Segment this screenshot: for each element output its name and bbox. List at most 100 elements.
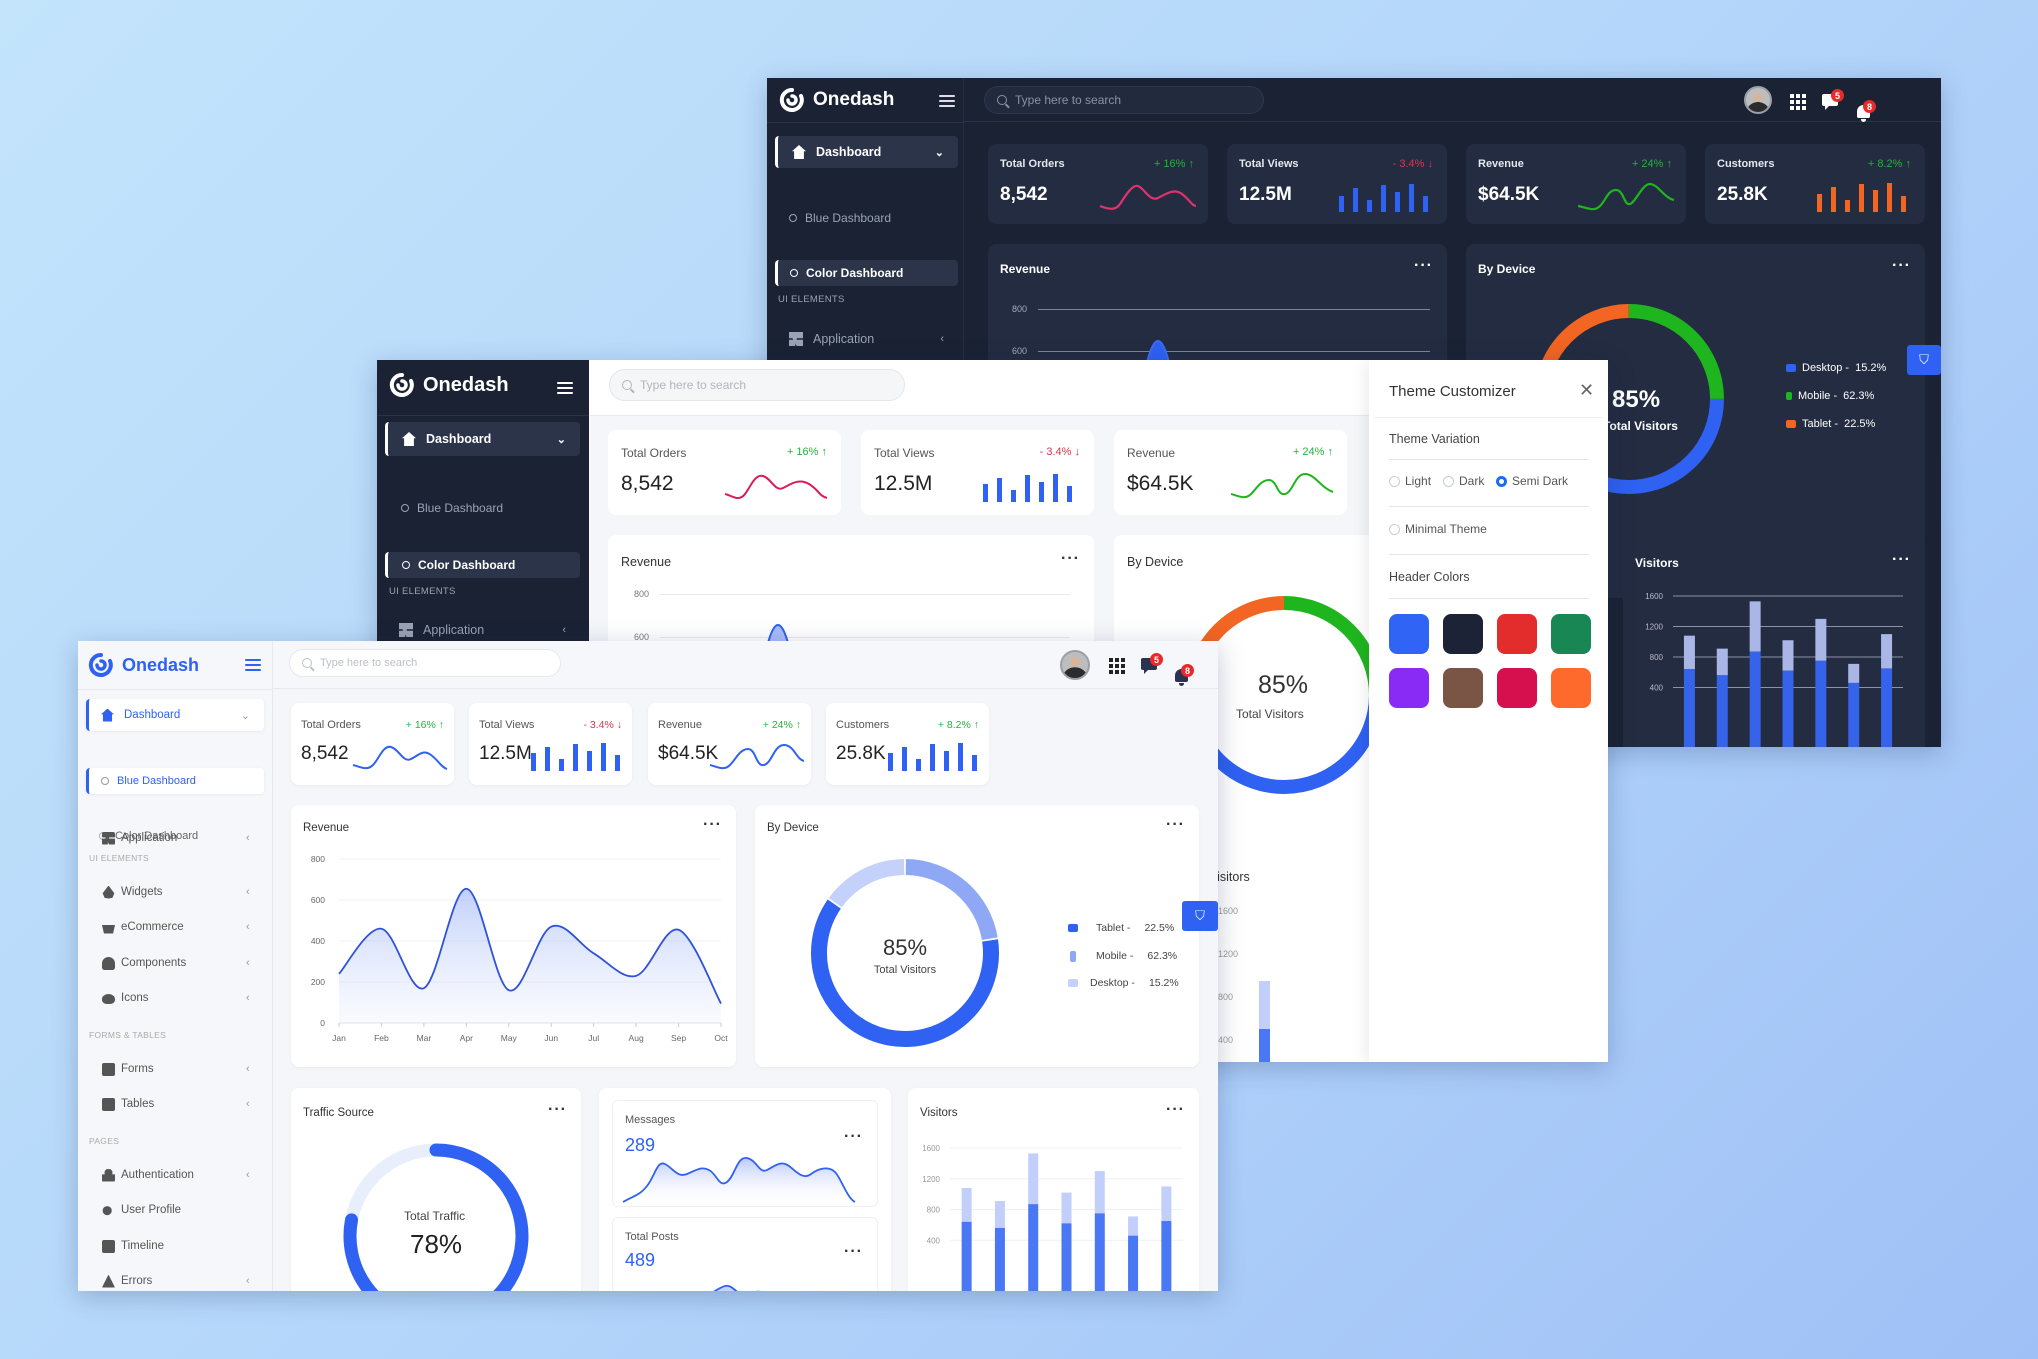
more-options-icon[interactable]: ··· bbox=[844, 1129, 863, 1145]
more-options-icon[interactable]: ··· bbox=[703, 817, 722, 833]
kpi-card-revenue: Revenue + 24% ↑ $64.5K bbox=[1114, 430, 1347, 515]
sidebar-item-user-profile[interactable]: User Profile bbox=[78, 1200, 273, 1220]
sidebar-item-errors[interactable]: Errors ‹ bbox=[78, 1271, 273, 1291]
award-icon bbox=[102, 956, 115, 970]
more-options-icon[interactable]: ··· bbox=[1892, 552, 1911, 568]
sidebar-item-tables[interactable]: Tables ‹ bbox=[78, 1094, 273, 1114]
radio-light[interactable]: Light bbox=[1389, 474, 1431, 488]
sidebar-item-dashboard[interactable]: Dashboard ⌄ bbox=[86, 699, 264, 731]
avatar[interactable] bbox=[1060, 650, 1090, 680]
header-color-swatch[interactable] bbox=[1497, 614, 1537, 654]
bar-top bbox=[1815, 618, 1827, 661]
more-options-icon[interactable]: ··· bbox=[548, 1102, 567, 1118]
messages-icon[interactable]: 5 bbox=[1141, 653, 1163, 674]
search-input[interactable]: Type here to search bbox=[609, 369, 905, 401]
theme-customizer-toggle[interactable]: ⛉ bbox=[1907, 345, 1941, 375]
header-color-swatch[interactable] bbox=[1551, 614, 1591, 654]
notifications-bell-icon[interactable]: 8 bbox=[1175, 664, 1194, 686]
kpi-title: Total Views bbox=[1239, 158, 1299, 170]
avatar[interactable] bbox=[1744, 86, 1772, 114]
light-dashboard-window: Onedash Dashboard ⌄ Blue Dashboard Color… bbox=[78, 641, 1218, 1291]
sidebar-item-authentication[interactable]: Authentication ‹ bbox=[78, 1165, 273, 1185]
label: Blue Dashboard bbox=[117, 775, 196, 787]
messages-badge: 5 bbox=[1150, 653, 1163, 666]
bars-views bbox=[1339, 184, 1428, 212]
sidebar-item-color-dashboard[interactable]: Color Dashboard bbox=[385, 552, 580, 578]
bar-top bbox=[1161, 1186, 1172, 1222]
kpi-title: Customers bbox=[1717, 158, 1775, 170]
menu-toggle-icon[interactable] bbox=[245, 659, 261, 671]
bar-top bbox=[1683, 635, 1695, 670]
apps-grid-icon[interactable] bbox=[1109, 658, 1125, 674]
notifications-badge: 8 bbox=[1181, 664, 1194, 677]
sidebar-item-application[interactable]: Application ‹ bbox=[385, 616, 580, 644]
y-tick-label: 1200 bbox=[1645, 623, 1663, 632]
kpi-card: Customers + 8.2% ↑ 25.8K bbox=[826, 703, 989, 785]
top-header: Type here to search 5 8 bbox=[964, 78, 1941, 122]
posts-sparkline bbox=[713, 1284, 762, 1291]
card-title: Traffic Source bbox=[303, 1107, 374, 1119]
menu-toggle-icon[interactable] bbox=[557, 382, 573, 394]
x-tick-label: Mar bbox=[417, 1033, 432, 1043]
sidebar-item-widgets[interactable]: Widgets ‹ bbox=[78, 882, 273, 902]
search-input[interactable]: Type here to search bbox=[289, 649, 561, 677]
revenue-card: Revenue ··· 0 200 400 600 800 Jan Feb Mar Apr May… bbox=[291, 805, 736, 1067]
menu-toggle-icon[interactable] bbox=[939, 95, 955, 107]
bar-base bbox=[994, 1227, 1005, 1291]
notifications-bell-icon[interactable]: 8 bbox=[1857, 100, 1876, 122]
more-options-icon[interactable]: ··· bbox=[844, 1244, 863, 1260]
more-options-icon[interactable]: ··· bbox=[1414, 258, 1433, 274]
more-options-icon[interactable]: ··· bbox=[1892, 258, 1911, 274]
radio-semi-dark[interactable]: Semi Dark bbox=[1496, 474, 1568, 488]
sidebar-item-dashboard[interactable]: Dashboard ⌄ bbox=[775, 136, 958, 168]
radio-minimal-theme[interactable]: Minimal Theme bbox=[1389, 522, 1487, 536]
kpi-title: Customers bbox=[836, 719, 890, 731]
header-color-swatch[interactable] bbox=[1551, 668, 1591, 708]
y-tick-label: 1600 bbox=[922, 1144, 940, 1153]
label: Timeline bbox=[121, 1240, 165, 1252]
sidebar-item-blue-dashboard[interactable]: Blue Dashboard bbox=[789, 206, 985, 230]
more-options-icon[interactable]: ··· bbox=[1061, 551, 1080, 567]
sidebar-item-timeline[interactable]: Timeline bbox=[78, 1236, 273, 1256]
x-tick-label: Sep bbox=[671, 1033, 686, 1043]
search-input[interactable]: Type here to search bbox=[984, 86, 1264, 114]
messages-icon[interactable]: 5 bbox=[1822, 89, 1844, 110]
header-color-swatch[interactable] bbox=[1389, 614, 1429, 654]
sidebar-item-dashboard[interactable]: Dashboard ⌄ bbox=[385, 422, 580, 456]
apps-grid-icon[interactable] bbox=[1790, 94, 1806, 110]
home-icon bbox=[402, 432, 416, 446]
radio-dark[interactable]: Dark bbox=[1443, 474, 1484, 488]
donut-center-value: 85% bbox=[883, 935, 927, 960]
close-icon[interactable]: ✕ bbox=[1579, 380, 1594, 401]
visitors-card-semi: Visitors 1600 1200 800 400 bbox=[1196, 850, 1376, 1062]
header-color-swatch[interactable] bbox=[1443, 668, 1483, 708]
label: Authentication bbox=[121, 1169, 194, 1181]
sidebar-item-blue-dashboard[interactable]: Blue Dashboard bbox=[401, 496, 613, 520]
brand-logo[interactable]: Onedash bbox=[779, 87, 894, 113]
search-icon bbox=[622, 380, 632, 390]
messages-sparkline bbox=[622, 1157, 856, 1206]
sidebar-item-forms[interactable]: Forms ‹ bbox=[78, 1059, 273, 1079]
sidebar-item-application[interactable]: Application ‹ bbox=[78, 828, 273, 848]
card-title: By Device bbox=[1127, 555, 1184, 569]
header-color-swatch[interactable] bbox=[1389, 668, 1429, 708]
brand-logo[interactable]: Onedash bbox=[389, 372, 509, 398]
kpi-value: $64.5K bbox=[1127, 472, 1194, 495]
header-color-swatch[interactable] bbox=[1443, 614, 1483, 654]
sidebar-item-icons[interactable]: Icons ‹ bbox=[78, 988, 273, 1008]
more-options-icon[interactable]: ··· bbox=[1166, 817, 1185, 833]
chevron-left-icon: ‹ bbox=[246, 1063, 250, 1075]
label: eCommerce bbox=[121, 921, 184, 933]
bar-top bbox=[1848, 663, 1860, 683]
sidebar-item-blue-dashboard[interactable]: Blue Dashboard bbox=[86, 768, 264, 794]
theme-customizer-toggle[interactable]: ⛉ bbox=[1182, 901, 1218, 931]
sidebar-item-color-dashboard[interactable]: Color Dashboard bbox=[775, 260, 958, 286]
donut-slice-desktop bbox=[828, 859, 905, 908]
label: Errors bbox=[121, 1275, 153, 1287]
sidebar-item-components[interactable]: Components ‹ bbox=[78, 953, 273, 973]
brand-logo[interactable]: Onedash bbox=[88, 652, 199, 678]
more-options-icon[interactable]: ··· bbox=[1166, 1102, 1185, 1118]
sidebar-item-application[interactable]: Application ‹ bbox=[775, 325, 958, 353]
sidebar-item-ecommerce[interactable]: eCommerce ‹ bbox=[78, 917, 273, 937]
header-color-swatch[interactable] bbox=[1497, 668, 1537, 708]
